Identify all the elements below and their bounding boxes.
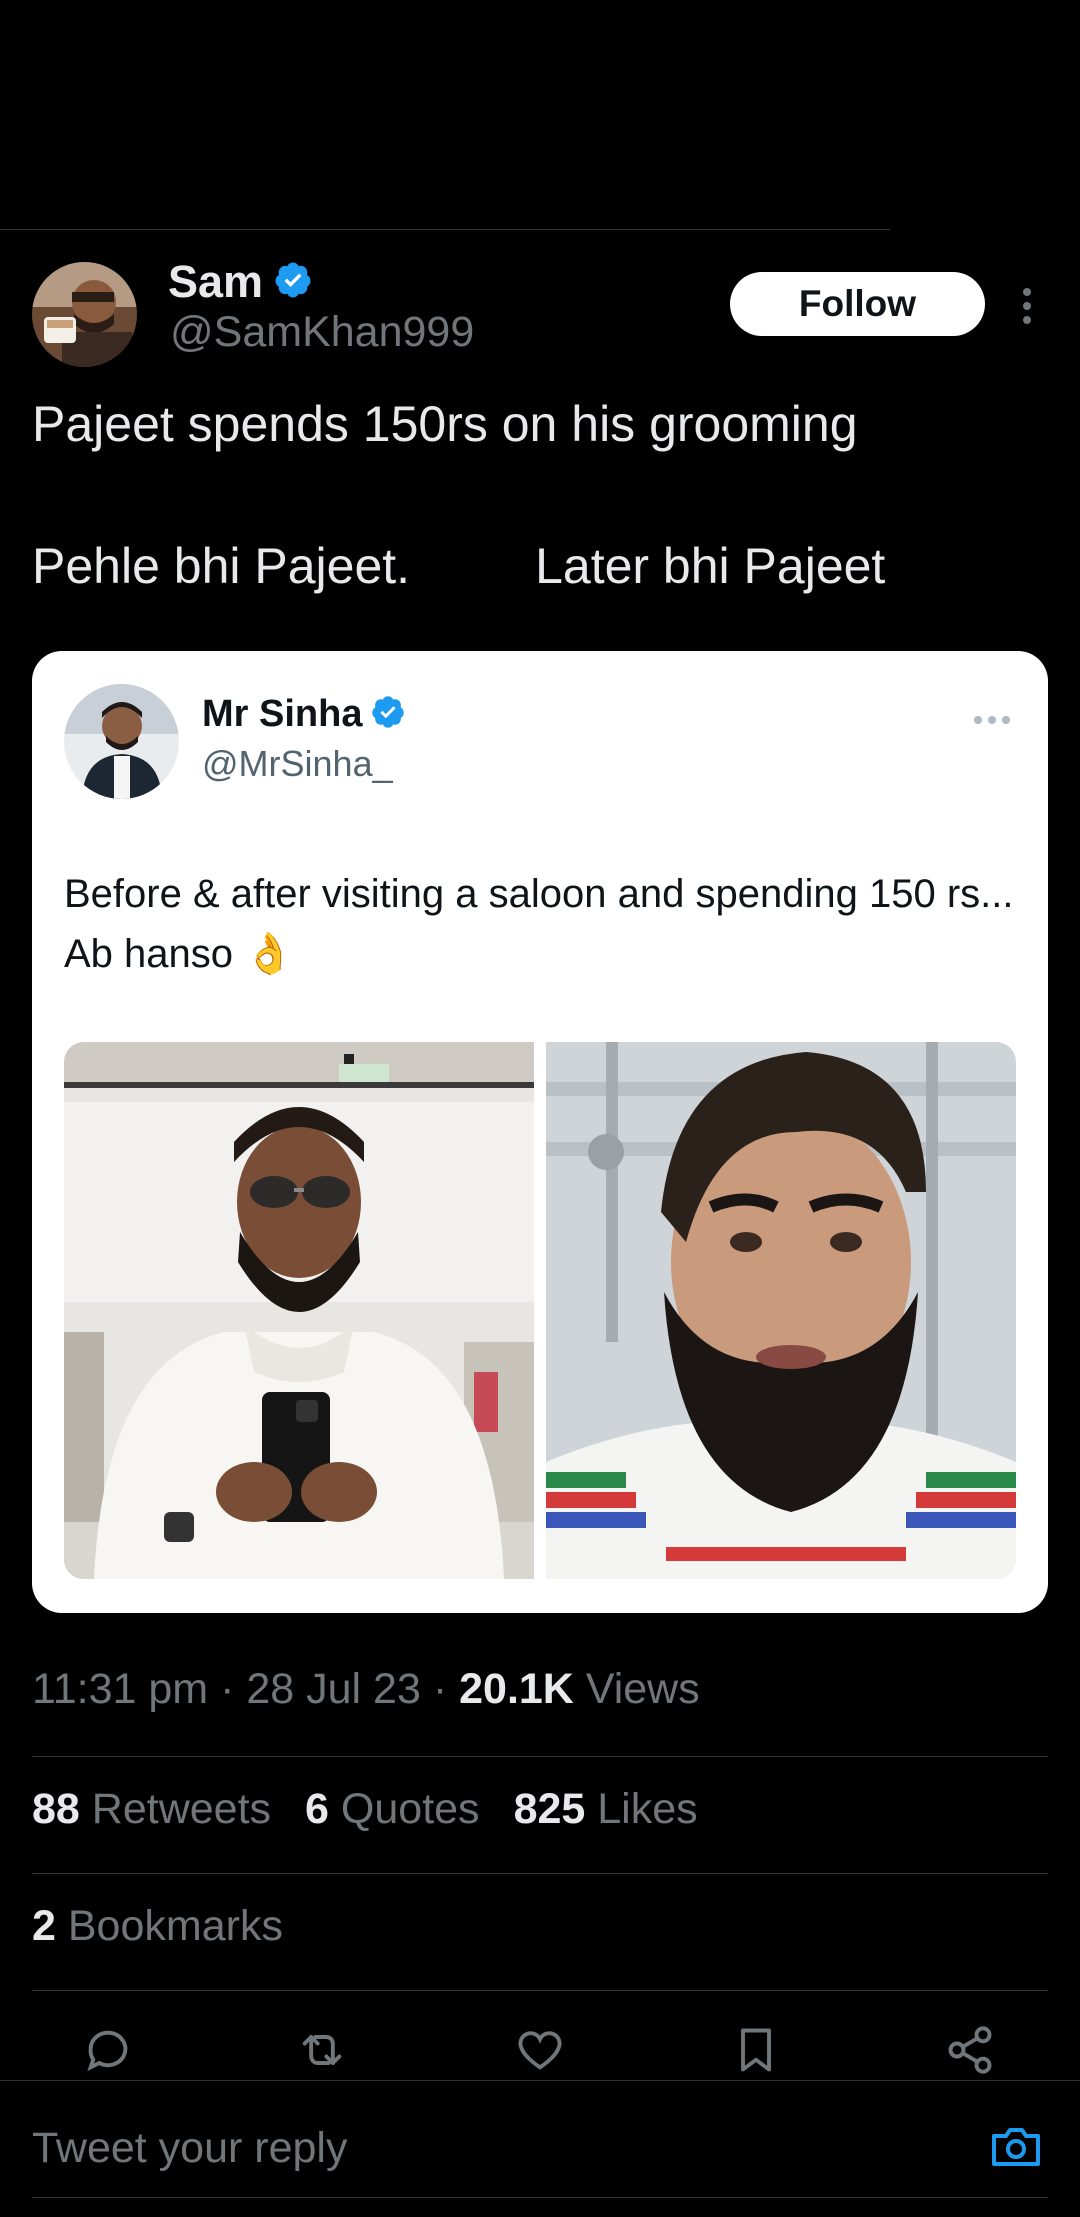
divider <box>32 1873 1048 1874</box>
quoted-author-name[interactable]: Mr Sinha <box>202 693 362 736</box>
quoted-name-row: Mr Sinha <box>202 693 406 736</box>
quoted-image-after[interactable] <box>546 1042 1016 1579</box>
follow-button[interactable]: Follow <box>730 272 985 336</box>
quotes-stat[interactable]: 6 Quotes <box>305 1785 480 1834</box>
author-avatar[interactable] <box>32 262 137 367</box>
reply-input[interactable] <box>32 2124 932 2173</box>
quotes-label: Quotes <box>340 1785 480 1833</box>
divider <box>32 1990 1048 1991</box>
views-label[interactable]: Views <box>586 1665 700 1713</box>
likes-count: 825 <box>513 1785 586 1833</box>
author-handle[interactable]: @SamKhan999 <box>170 308 474 357</box>
bookmarks-label: Bookmarks <box>67 1902 283 1950</box>
tweet-time: 11:31 pm <box>32 1665 209 1713</box>
like-icon[interactable] <box>512 2022 568 2078</box>
retweet-icon[interactable] <box>294 2022 350 2078</box>
tweet-text-line-1: Pajeet spends 150rs on his grooming <box>32 396 858 452</box>
tweet-meta: 11:31 pm · 28 Jul 23 · 20.1K Views <box>32 1665 700 1714</box>
likes-label: Likes <box>597 1785 698 1833</box>
quoted-more-icon[interactable] <box>972 713 1012 731</box>
bookmarks-stat[interactable]: 2 Bookmarks <box>32 1902 283 1951</box>
quoted-text-body: Before & after visiting a saloon and spe… <box>64 872 1014 976</box>
engagement-stats: 88 Retweets 6 Quotes 825 Likes <box>32 1785 698 1834</box>
verified-badge-icon <box>273 260 313 305</box>
more-options-icon[interactable] <box>1016 284 1038 328</box>
bookmarks-count: 2 <box>32 1902 56 1950</box>
top-divider <box>0 229 890 230</box>
tweet-text-line-2: Pehle bhi Pajeet. Later bhi Pajeet <box>32 538 886 594</box>
retweets-stat[interactable]: 88 Retweets <box>32 1785 271 1834</box>
tweet-date: 28 Jul 23 <box>246 1665 421 1713</box>
retweets-label: Retweets <box>91 1785 272 1833</box>
quoted-tweet-card[interactable]: Mr Sinha @MrSinha_ Before & after visiti… <box>32 651 1048 1613</box>
retweets-count: 88 <box>32 1785 80 1833</box>
camera-icon[interactable] <box>990 2124 1042 2170</box>
divider <box>32 1756 1048 1757</box>
reply-icon[interactable] <box>80 2022 136 2078</box>
ok-hand-emoji: 👌 <box>244 932 294 976</box>
views-count[interactable]: 20.1K <box>459 1665 574 1713</box>
quoted-text: Before & after visiting a saloon and spe… <box>64 864 1024 984</box>
meta-separator: · <box>220 1665 235 1713</box>
author-name-row: Sam <box>168 256 313 308</box>
likes-stat[interactable]: 825 Likes <box>514 1785 698 1834</box>
share-icon[interactable] <box>942 2022 998 2078</box>
quoted-verified-badge-icon <box>370 694 406 735</box>
bookmark-icon[interactable] <box>728 2022 784 2078</box>
reply-bar-divider <box>0 2080 1080 2081</box>
bottom-divider <box>32 2197 1048 2198</box>
quotes-count: 6 <box>305 1785 329 1833</box>
quoted-image-before[interactable] <box>64 1042 534 1579</box>
quoted-author-avatar[interactable] <box>64 684 179 799</box>
quoted-author-handle[interactable]: @MrSinha_ <box>202 743 393 785</box>
author-name[interactable]: Sam <box>168 256 263 308</box>
meta-separator: · <box>432 1665 448 1713</box>
